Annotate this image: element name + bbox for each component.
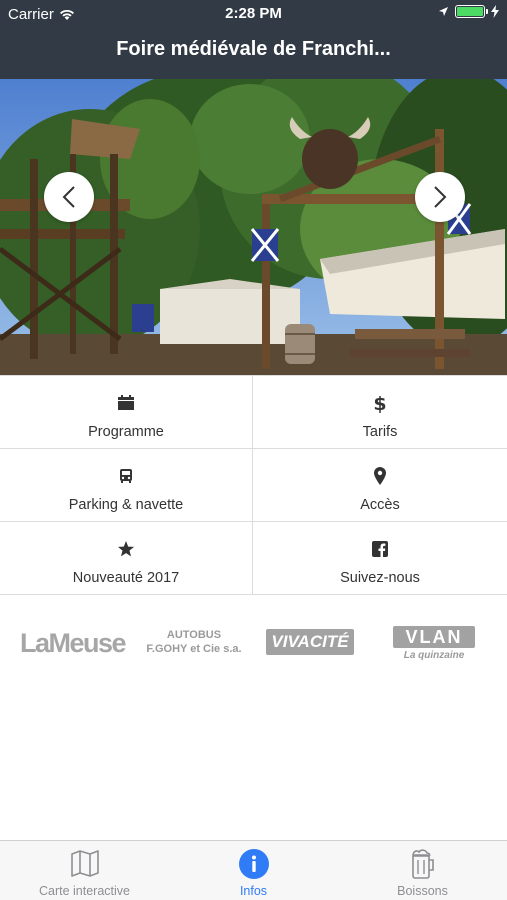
menu-item-label: Tarifs [362, 424, 398, 440]
menu-item-tarifs[interactable]: $ Tarifs [253, 376, 507, 449]
tab-bar: Carte interactive Infos Boissons [0, 840, 507, 900]
next-photo-button[interactable] [415, 172, 465, 222]
tab-label: Infos [239, 884, 268, 898]
festival-photo [0, 79, 507, 375]
charging-icon [491, 5, 499, 18]
location-arrow-icon [439, 7, 448, 16]
sponsor-logos: LaMeuse AUTOBUS F.GOHY et Cie s.a. VIVAC… [0, 618, 507, 668]
menu-item-acces[interactable]: Accès [253, 449, 507, 522]
menu-item-suivez-nous[interactable]: Suivez-nous [253, 522, 507, 595]
battery-level [457, 7, 483, 16]
menu-item-programme[interactable]: Programme [0, 376, 253, 449]
page-title: Foire médiévale de Franchi... [116, 38, 391, 60]
chevron-left-icon [62, 186, 75, 208]
status-right [438, 5, 499, 18]
status-time: 2:28 PM [225, 5, 282, 22]
calendar-icon [0, 392, 252, 414]
battery-icon [455, 5, 488, 18]
info-menu-grid: Programme $ Tarifs Parking & navette Acc… [0, 375, 507, 595]
menu-item-label: Nouveauté 2017 [72, 570, 180, 586]
status-bar: Carrier 2:28 PM [0, 0, 507, 28]
menu-item-label: Programme [88, 424, 164, 440]
map-icon [0, 848, 169, 880]
beer-icon [338, 848, 507, 880]
chevron-right-icon [434, 186, 447, 208]
dollar-icon: $ [253, 392, 507, 414]
vivacite-logo: VIVACITÉ [266, 629, 354, 655]
navigation-bar: Carrier 2:28 PM Foire médiévale de Franc… [0, 0, 507, 79]
info-icon [169, 848, 338, 880]
previous-photo-button[interactable] [44, 172, 94, 222]
map-pin-icon [253, 465, 507, 487]
menu-item-label: Accès [360, 497, 400, 513]
menu-item-label: Suivez-nous [340, 570, 420, 586]
menu-item-label: Parking & navette [68, 497, 184, 513]
facebook-icon [253, 538, 507, 560]
tab-label: Carte interactive [38, 884, 130, 898]
menu-item-nouveaute[interactable]: Nouveauté 2017 [0, 522, 253, 595]
vlan-logo: VLAN La quinzaine [393, 626, 475, 661]
tab-infos[interactable]: Infos [169, 841, 338, 900]
svg-text:$: $ [373, 393, 386, 413]
photo-carousel[interactable] [0, 79, 507, 375]
tab-boissons[interactable]: Boissons [338, 841, 507, 900]
star-icon [0, 538, 252, 560]
lameuse-logo: LaMeuse [20, 628, 127, 658]
tab-carte-interactive[interactable]: Carte interactive [0, 841, 169, 900]
tab-label: Boissons [397, 884, 448, 898]
autobus-gohy-logo: AUTOBUS F.GOHY et Cie s.a. [146, 629, 242, 655]
menu-item-parking[interactable]: Parking & navette [0, 449, 253, 522]
bus-icon [0, 465, 252, 487]
